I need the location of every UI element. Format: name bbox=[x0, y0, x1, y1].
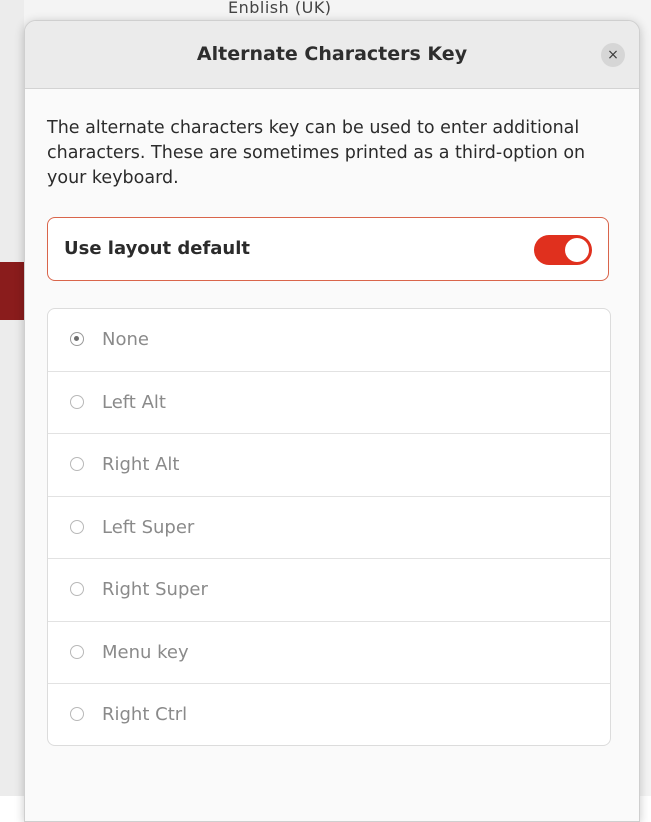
dialog-description: The alternate characters key can be used… bbox=[47, 118, 586, 188]
background-partial-title: Enblish (UK) bbox=[228, 0, 332, 17]
radio-button[interactable] bbox=[70, 394, 84, 409]
background-accent-block bbox=[0, 262, 24, 320]
option-left-alt[interactable]: Left Alt bbox=[48, 372, 610, 434]
option-label: Left Super bbox=[102, 516, 195, 538]
radio-button[interactable] bbox=[70, 707, 84, 721]
option-left-super[interactable]: Left Super bbox=[48, 497, 610, 559]
option-menu-key[interactable]: Menu key bbox=[48, 622, 610, 684]
background-left-strip bbox=[0, 0, 24, 796]
radio-button[interactable] bbox=[70, 582, 84, 596]
dialog-title: Alternate Characters Key bbox=[196, 43, 468, 65]
dialog-headerbar: Alternate Characters Key × bbox=[25, 21, 639, 89]
toggle-knob bbox=[565, 238, 589, 262]
option-right-ctrl[interactable]: Right Ctrl bbox=[48, 684, 610, 745]
option-none[interactable]: None bbox=[48, 309, 610, 372]
option-label: Right Super bbox=[102, 579, 208, 600]
radio-button-checked[interactable] bbox=[70, 332, 84, 346]
radio-button[interactable] bbox=[70, 457, 84, 471]
option-right-super[interactable]: Right Super bbox=[48, 559, 610, 622]
option-label: Menu key bbox=[102, 641, 189, 663]
radio-dot bbox=[74, 336, 79, 341]
radio-button[interactable] bbox=[70, 644, 84, 659]
alternate-key-options-list: None Left Alt Right Alt Left Super Right… bbox=[47, 308, 611, 746]
alternate-characters-dialog: Alternate Characters Key × The alternate… bbox=[24, 20, 640, 822]
close-icon[interactable]: × bbox=[601, 43, 625, 67]
option-label: Left Alt bbox=[102, 391, 166, 413]
use-layout-default-row[interactable]: Use layout default bbox=[47, 217, 609, 281]
option-label: None bbox=[102, 329, 149, 350]
option-label: Right Alt bbox=[102, 454, 180, 475]
option-label: Right Ctrl bbox=[102, 704, 188, 725]
use-layout-default-label: Use layout default bbox=[64, 238, 251, 259]
option-right-alt[interactable]: Right Alt bbox=[48, 434, 610, 497]
use-layout-default-toggle[interactable] bbox=[534, 235, 592, 265]
radio-button[interactable] bbox=[70, 519, 84, 534]
